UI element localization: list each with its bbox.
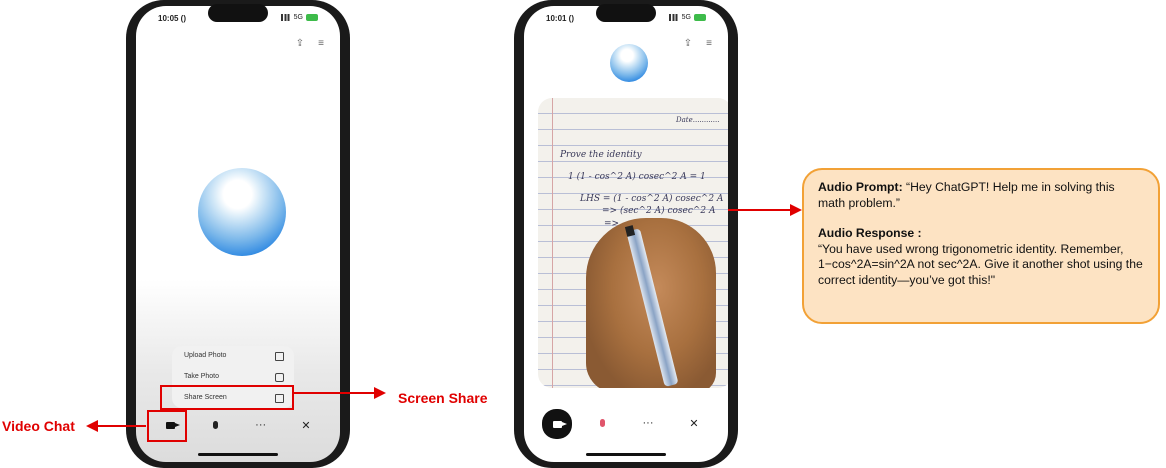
status-time: 10:01 () [546,14,575,23]
photo-icon [275,352,284,361]
audio-response-title: Audio Response : [818,226,922,240]
notebook-line: LHS = (1 - cos^2 A) cosec^2 A [580,194,724,204]
network-label: 5G [681,14,691,21]
camera-icon [275,373,284,382]
home-indicator [198,453,278,456]
close-button[interactable]: ✕ [678,409,710,437]
notebook-line: Prove the identity [560,150,642,160]
video-chat-arrow [96,425,146,427]
screen-share-label: Screen Share [398,390,488,406]
voice-orb [610,44,648,82]
status-time: 10:05 () [158,14,187,23]
close-icon: ✕ [301,419,311,432]
notebook-date: Date............ [676,116,720,124]
dynamic-island [596,4,656,22]
notebook-line: 1 (1 - cos^2 A) cosec^2 A = 1 [568,172,706,182]
menu-item-upload-photo[interactable]: Upload Photo [172,346,294,366]
video-camera-icon [552,420,567,428]
audio-response-text-1: “You have used wrong trigonometric ident… [818,241,1124,256]
settings-sliders-icon[interactable]: ≡ [318,38,324,49]
audio-response-text-2: 1−cos^2A=sin^2A not sec^2A. Give it anot… [818,257,1143,287]
menu-item-label: Upload Photo [184,352,227,359]
share-icon[interactable]: ⇪ [684,38,692,49]
signal-icon [280,14,291,21]
network-label: 5G [293,14,303,21]
menu-item-take-photo[interactable]: Take Photo [172,367,294,387]
video-button-highlight [147,410,187,442]
battery-icon [694,14,706,21]
share-icon[interactable]: ⇪ [296,38,304,49]
dynamic-island [208,4,268,22]
microphone-off-icon [599,419,605,427]
share-screen-highlight [160,385,294,410]
audio-callout: Audio Prompt: “Hey ChatGPT! Help me in s… [802,168,1160,324]
menu-item-label: Take Photo [184,373,220,380]
mic-button[interactable] [199,411,231,439]
home-indicator [586,453,666,456]
phone-screen: 10:01 () 5G ⇪ ≡ Date............ Prove t… [524,6,728,462]
screen-share-arrow [292,392,376,394]
more-button[interactable]: ··· [632,409,664,437]
microphone-icon [212,421,218,429]
battery-icon [306,14,318,21]
settings-sliders-icon[interactable]: ≡ [706,38,712,49]
phone-frame-right: 10:01 () 5G ⇪ ≡ Date............ Prove t… [514,0,738,468]
signal-icon [668,14,679,21]
video-chat-label: Video Chat [2,418,75,434]
more-button[interactable]: ··· [245,411,277,439]
voice-orb [198,168,286,256]
camera-feed: Date............ Prove the identity 1 (1… [538,98,728,388]
call-toolbar: ··· ✕ [524,409,728,439]
close-button[interactable]: ✕ [290,411,322,439]
mic-muted-button[interactable] [586,409,618,437]
video-button[interactable] [542,409,572,439]
more-icon: ··· [642,417,654,429]
audio-prompt-title: Audio Prompt: [818,180,903,194]
more-icon: ··· [255,419,267,431]
notebook-line: => (sec^2 A) cosec^2 A [602,206,716,216]
close-icon: ✕ [689,417,699,430]
callout-arrow [728,209,792,211]
